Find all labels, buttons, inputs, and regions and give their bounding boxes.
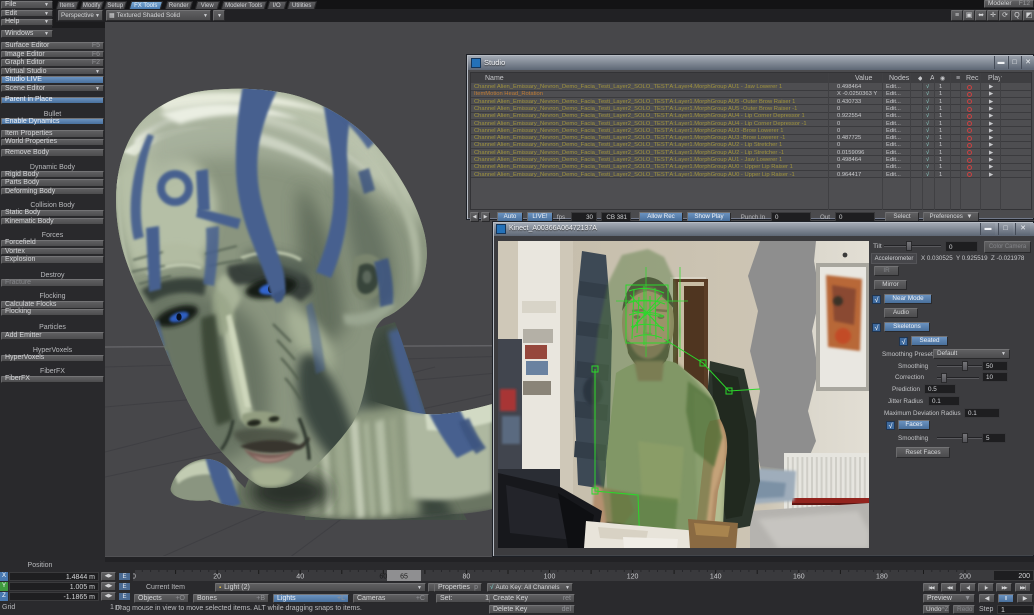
svg-text:40: 40: [296, 574, 304, 581]
svg-text:200: 200: [959, 574, 971, 581]
svg-text:65: 65: [400, 574, 408, 581]
svg-text:120: 120: [627, 574, 639, 581]
svg-text:180: 180: [876, 574, 888, 581]
svg-text:60: 60: [379, 574, 387, 581]
svg-text:80: 80: [463, 574, 471, 581]
svg-text:140: 140: [710, 574, 722, 581]
svg-text:100: 100: [544, 574, 556, 581]
svg-text:20: 20: [213, 574, 221, 581]
svg-text:160: 160: [793, 574, 805, 581]
svg-text:0: 0: [133, 574, 136, 581]
